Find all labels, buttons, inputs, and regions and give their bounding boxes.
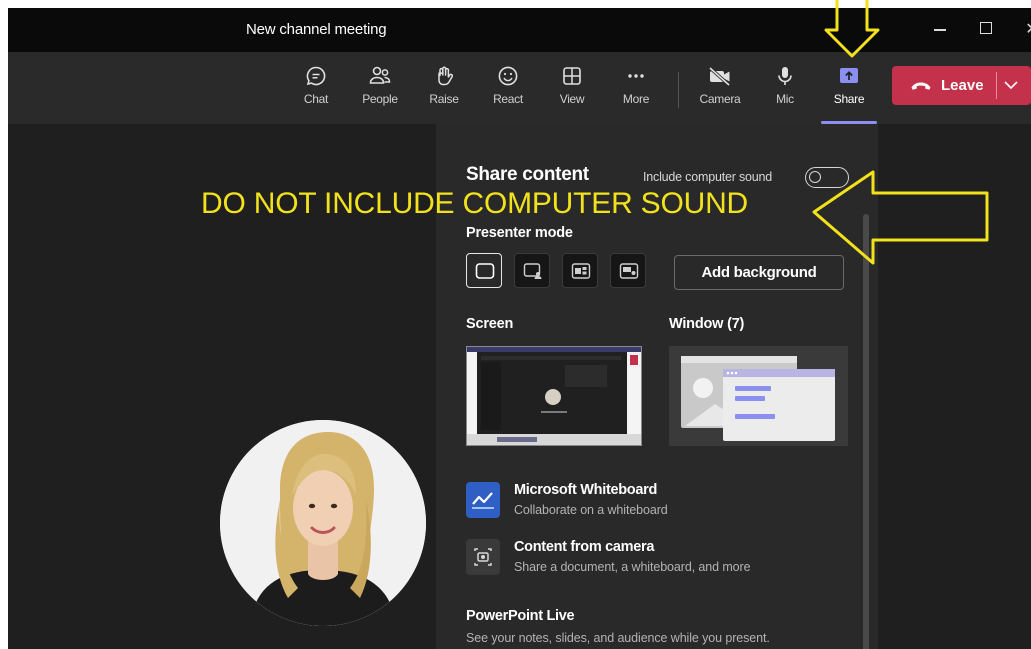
annotation-arrow-left <box>812 170 989 265</box>
annotation-arrow-down <box>824 0 880 58</box>
annotation-arrows <box>812 0 989 265</box>
